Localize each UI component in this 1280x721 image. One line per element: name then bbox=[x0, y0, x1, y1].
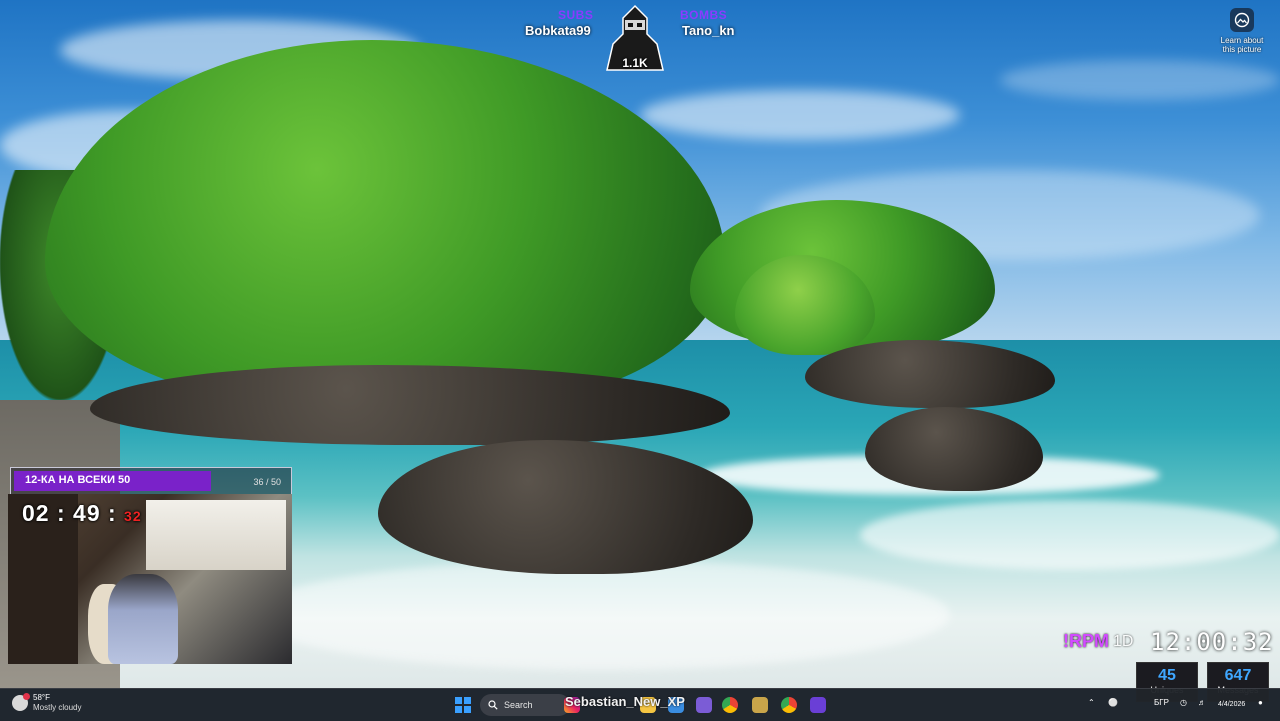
taskbar-date[interactable]: 4/4/2026 bbox=[1218, 701, 1245, 708]
weather-widget[interactable]: 58°F Mostly cloudy bbox=[12, 693, 81, 713]
rpm-suffix: 1D bbox=[1113, 633, 1134, 650]
search-placeholder: Search bbox=[504, 700, 533, 710]
windows-start-icon[interactable] bbox=[455, 697, 471, 713]
search-icon bbox=[488, 700, 498, 710]
camera-icon[interactable] bbox=[1230, 8, 1254, 32]
mascot-count: 1.1K bbox=[622, 56, 648, 70]
wave-foam bbox=[860, 500, 1280, 570]
cloud bbox=[640, 90, 960, 140]
learn-text[interactable]: Learn about this picture bbox=[1212, 36, 1272, 54]
messages-value: 647 bbox=[1224, 667, 1252, 684]
app-icon[interactable] bbox=[810, 697, 826, 713]
chrome-icon[interactable] bbox=[722, 697, 738, 713]
wifi-icon[interactable]: ◷ bbox=[1180, 698, 1187, 707]
bombs-label: BOMBS bbox=[680, 8, 728, 22]
uniques-value: 45 bbox=[1158, 667, 1176, 684]
wave-foam bbox=[250, 560, 950, 670]
taskbar-search[interactable]: Search bbox=[480, 694, 570, 716]
weather-temp[interactable]: 58°F bbox=[33, 693, 81, 703]
goal-title: 12-КА НА ВСЕКИ 50 bbox=[25, 474, 131, 486]
webcam-streamer bbox=[108, 574, 178, 664]
language-indicator[interactable]: БГР bbox=[1154, 698, 1169, 707]
app-icon[interactable] bbox=[696, 697, 712, 713]
volume-icon[interactable]: ♬ bbox=[1198, 698, 1206, 707]
app-icon[interactable] bbox=[752, 697, 768, 713]
learn-about-picture[interactable]: Learn about this picture bbox=[1212, 8, 1272, 54]
rpm-label: !RPM bbox=[1063, 631, 1109, 651]
goal-count: 36 / 50 bbox=[253, 477, 281, 487]
notification-icon[interactable]: ● bbox=[1258, 698, 1263, 707]
weather-desc[interactable]: Mostly cloudy bbox=[33, 703, 81, 713]
tray-chevron-icon[interactable]: ⌃ bbox=[1088, 698, 1095, 707]
weather-icon[interactable] bbox=[12, 693, 30, 711]
overlay-clock: 12:00:32 bbox=[1150, 628, 1274, 656]
subs-name: Bobkata99 bbox=[525, 23, 591, 38]
subs-label: SUBS bbox=[558, 8, 594, 22]
overlay-username: Sebastian_New_XP bbox=[565, 694, 685, 709]
webcam-window bbox=[146, 500, 286, 570]
help-icon[interactable]: ⚪ bbox=[1108, 698, 1118, 707]
chrome-icon[interactable] bbox=[781, 697, 797, 713]
cloud bbox=[1000, 60, 1280, 100]
stream-timer: 02 : 49 : 32 bbox=[22, 500, 142, 526]
bombs-name: Tano_kn bbox=[682, 23, 735, 38]
sub-goal-bar: 12-КА НА ВСЕКИ 50 36 / 50 bbox=[10, 467, 292, 495]
